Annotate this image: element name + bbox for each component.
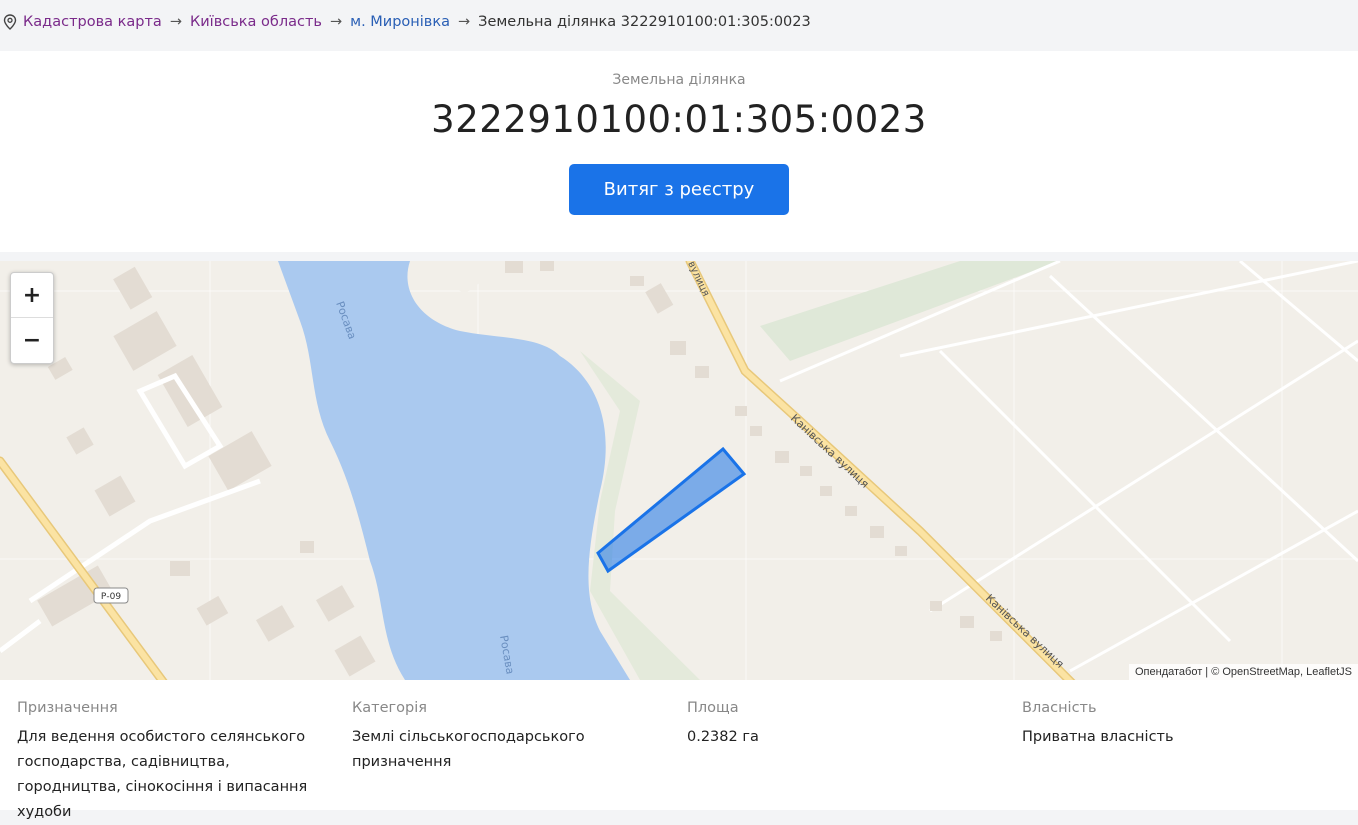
info-purpose: Призначення Для ведення особистого селян… [17, 700, 317, 825]
page-title: 3222910100:01:305:0023 [431, 98, 927, 141]
info-ownership: Власність Приватна власність [1022, 700, 1322, 750]
route-label: Р-09 [101, 592, 121, 602]
info-label: Власність [1022, 700, 1097, 716]
info-value: 0.2382 га [687, 729, 759, 745]
breadcrumb-separator: → [458, 14, 471, 30]
info-value: Для ведення особистого селянського госпо… [17, 729, 308, 820]
breadcrumb: Кадастрова карта → Київська область → м.… [0, 0, 1358, 44]
breadcrumb-link-myronivka[interactable]: м. Миронівка [350, 14, 450, 30]
breadcrumb-link-kyiv-oblast[interactable]: Київська область [190, 14, 322, 30]
info-value: Землі сільськогосподарського призначення [352, 729, 585, 770]
zoom-in-button[interactable]: + [11, 273, 53, 318]
zoom-out-button[interactable]: − [11, 318, 53, 363]
info-value: Приватна власність [1022, 729, 1174, 745]
breadcrumb-link-cadastral-map[interactable]: Кадастрова карта [23, 14, 162, 30]
parcel-header: Земельна ділянка 3222910100:01:305:0023 … [0, 51, 1358, 252]
info-label: Площа [687, 700, 739, 716]
breadcrumb-separator: → [329, 14, 343, 30]
street-label: вулиця [685, 261, 711, 298]
map-attribution[interactable]: Опендатабот | © OpenStreetMap, LeafletJS [1128, 664, 1358, 680]
zoom-control: + − [10, 272, 54, 364]
info-area: Площа 0.2382 га [687, 700, 947, 750]
registry-extract-button[interactable]: Витяг з реєстру [569, 164, 789, 215]
map-canvas[interactable]: Росава Росава Канівська вулиця Канівська… [0, 261, 1358, 680]
map-view[interactable]: Росава Росава Канівська вулиця Канівська… [0, 261, 1358, 680]
info-category: Категорія Землі сільськогосподарського п… [352, 700, 612, 775]
breadcrumb-separator: → [169, 14, 182, 30]
location-pin-icon [3, 14, 17, 30]
info-label: Категорія [352, 700, 427, 716]
info-label: Призначення [17, 700, 118, 716]
page-kicker: Земельна ділянка [612, 72, 746, 88]
parcel-info: Призначення Для ведення особистого селян… [0, 680, 1358, 820]
street-label: Канівська вулиця [788, 412, 871, 491]
breadcrumb-current: Земельна ділянка 3222910100:01:305:0023 [478, 14, 811, 30]
